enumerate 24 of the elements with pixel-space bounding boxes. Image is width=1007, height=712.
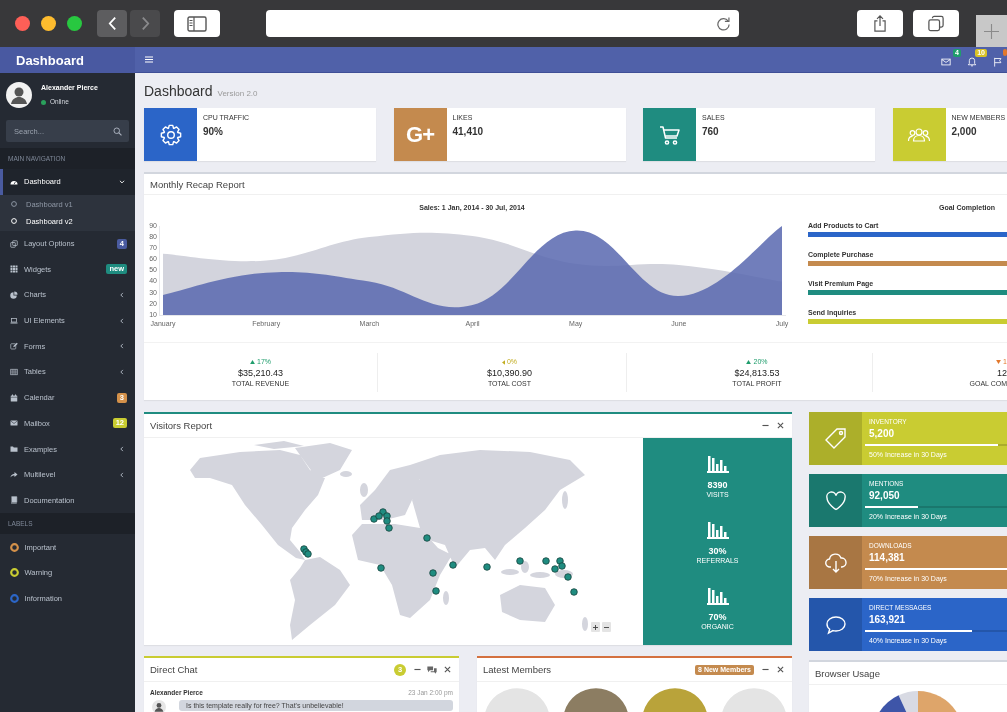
info-value: 760 xyxy=(702,125,720,138)
stat-value: 12 xyxy=(997,367,1007,379)
stat-value: 114,381 xyxy=(869,551,906,564)
stat-value: 92,050 xyxy=(869,489,901,502)
logo-text: G+ xyxy=(406,121,434,148)
app-title: Dashboard xyxy=(0,47,135,73)
stat-value: 8390 xyxy=(707,480,728,490)
stat-value: $24,813.53 xyxy=(734,367,780,379)
info-value: 90% xyxy=(203,125,224,138)
box-title: Visitors Report xyxy=(150,420,213,431)
stat-value: 30% xyxy=(708,546,727,556)
stat-value: $35,210.43 xyxy=(237,367,283,379)
stat-value: 163,921 xyxy=(869,613,907,626)
box-title: Browser Usage xyxy=(815,667,880,679)
info-value: 2,000 xyxy=(951,125,978,138)
info-value: 41,410 xyxy=(452,125,484,138)
page-title: Dashboard xyxy=(144,82,213,101)
box-title: Monthly Recap Report xyxy=(150,178,245,190)
stat-value: 5,200 xyxy=(869,427,896,440)
page-subtitle: Version 2.0 xyxy=(217,89,258,98)
box-title: Latest Members xyxy=(483,664,552,675)
stat-value: $10,390.90 xyxy=(486,367,532,379)
stat-value: 70% xyxy=(708,612,727,622)
box-title: Direct Chat xyxy=(150,664,198,675)
